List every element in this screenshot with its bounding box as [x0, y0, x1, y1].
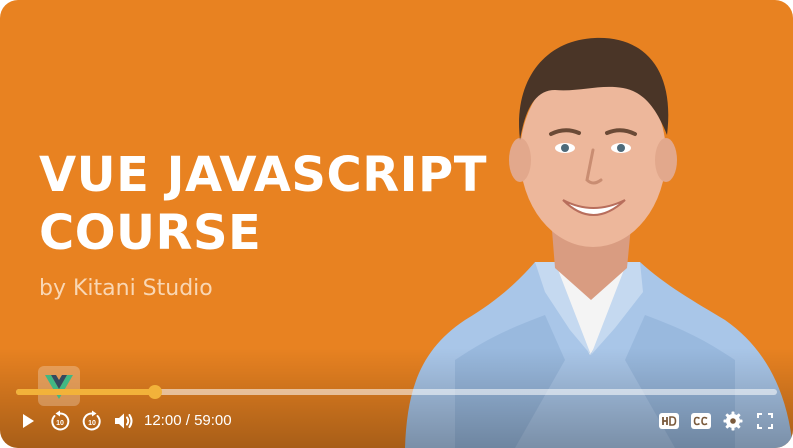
time-display: 12:00 / 59:00 — [144, 412, 232, 429]
forward-10-icon: 10 — [82, 410, 101, 431]
settings-button[interactable] — [722, 407, 744, 435]
play-icon — [23, 414, 34, 428]
fullscreen-button[interactable] — [754, 407, 776, 435]
fullscreen-icon — [757, 413, 773, 429]
svg-text:10: 10 — [56, 420, 64, 427]
volume-button[interactable] — [113, 407, 135, 435]
vue-logo-icon — [45, 375, 73, 399]
cc-icon — [691, 413, 711, 429]
video-subtitle: by Kitani Studio — [39, 276, 213, 301]
hd-icon — [659, 413, 679, 429]
progress-played — [16, 389, 156, 395]
duration: 59:00 — [194, 412, 232, 429]
rewind-10-icon: 10 — [51, 410, 70, 431]
time-separator: / — [185, 412, 190, 429]
progress-bar[interactable] — [16, 385, 777, 399]
play-button[interactable] — [16, 407, 40, 435]
gear-icon — [723, 411, 743, 431]
control-bar: 10 10 12:00 / 59:00 — [0, 407, 793, 435]
captions-button[interactable] — [690, 407, 712, 435]
svg-text:10: 10 — [88, 420, 96, 427]
hd-button[interactable] — [658, 407, 680, 435]
video-player[interactable]: VUE JAVASCRIPT COURSE by Kitani Studio 1… — [0, 0, 793, 448]
forward-button[interactable]: 10 — [80, 407, 104, 435]
volume-icon — [115, 413, 133, 429]
rewind-button[interactable]: 10 — [48, 407, 72, 435]
current-time: 12:00 — [144, 412, 182, 429]
preview-thumbnail — [38, 366, 80, 406]
